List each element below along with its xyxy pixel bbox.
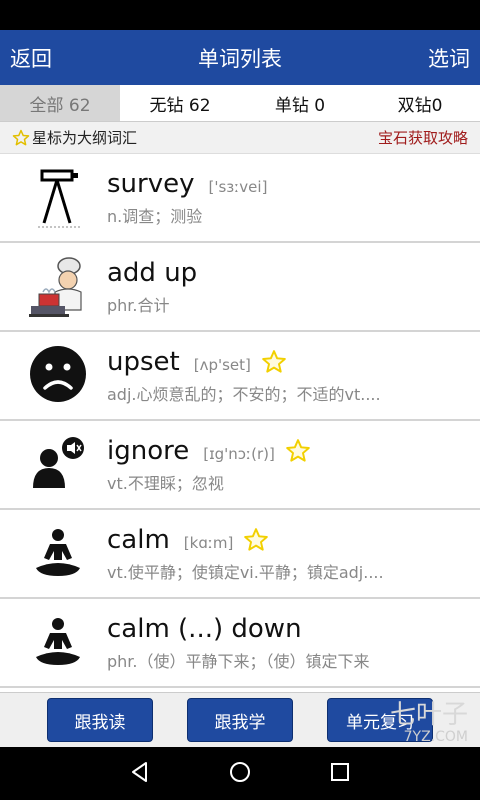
- sad-face-icon: [18, 340, 98, 412]
- meditation-icon: [18, 518, 98, 590]
- word-definition: phr.（使）平静下来；（使）镇定下来: [107, 651, 370, 671]
- word-phonetic: [ɪg'nɔː(r)]: [203, 444, 275, 463]
- learn-along-button[interactable]: 跟我学: [187, 698, 293, 742]
- watermark-logo: 七叶子: [389, 700, 468, 731]
- system-nav-bar: [0, 747, 480, 800]
- chef-cooking-icon: [18, 251, 98, 323]
- star-icon: [12, 129, 30, 147]
- tab-one-diamond[interactable]: 单钻 0: [240, 85, 360, 121]
- watermark-site: 7YZ.COM: [403, 728, 468, 745]
- select-words-button[interactable]: 选词: [428, 43, 470, 73]
- star-legend-text: 星标为大纲词汇: [32, 129, 138, 147]
- bottom-action-bar: 跟我读 跟我学 单元复习 七叶子 7YZ.COM: [0, 692, 480, 747]
- tab-two-diamond[interactable]: 双钻0: [360, 85, 480, 121]
- back-button[interactable]: 返回: [10, 43, 52, 73]
- word-text: add up: [107, 257, 198, 288]
- nav-recents-icon[interactable]: [328, 760, 352, 788]
- header-bar: 返回 单词列表 选词: [0, 30, 480, 85]
- nav-back-icon[interactable]: [128, 760, 152, 788]
- filter-tabs: 全部 62 无钻 62 单钻 0 双钻0: [0, 85, 480, 122]
- word-text: calm (...) down: [107, 613, 302, 644]
- word-definition: adj.心烦意乱的；不安的；不适的vt....: [107, 384, 381, 404]
- notice-bar: 星标为大纲词汇 宝石获取攻略: [0, 122, 480, 154]
- watermark: 七叶子 7YZ.COM: [390, 701, 468, 745]
- status-bar: [0, 0, 480, 30]
- meditation-icon: [18, 607, 98, 679]
- word-row-calm-down[interactable]: calm (...) down phr.（使）平静下来；（使）镇定下来: [0, 599, 480, 688]
- word-text: ignore: [107, 435, 190, 466]
- read-along-button[interactable]: 跟我读: [47, 698, 153, 742]
- gem-guide-link[interactable]: 宝石获取攻略: [378, 127, 468, 148]
- star-legend: 星标为大纲词汇: [12, 127, 137, 148]
- word-row-upset[interactable]: upset [ʌp'set] adj.心烦意乱的；不安的；不适的vt....: [0, 332, 480, 421]
- word-definition: vt.不理睬；忽视: [107, 473, 224, 493]
- survey-tripod-icon: [18, 162, 98, 234]
- word-text: calm: [107, 524, 170, 555]
- word-definition: n.调查；测验: [107, 206, 203, 226]
- star-icon[interactable]: [243, 527, 269, 553]
- tab-no-diamond[interactable]: 无钻 62: [120, 85, 240, 121]
- tab-all[interactable]: 全部 62: [0, 85, 120, 121]
- word-text: survey: [107, 168, 195, 199]
- person-mute-icon: [18, 429, 98, 501]
- word-phonetic: ['sɜːvei]: [208, 177, 268, 196]
- page-title: 单词列表: [198, 46, 282, 71]
- word-list: survey ['sɜːvei] n.调查；测验 add up phr.合计 u…: [0, 154, 480, 692]
- word-text: upset: [107, 346, 180, 377]
- word-phonetic: [kɑːm]: [183, 533, 234, 552]
- word-definition: vt.使平静；使镇定vi.平静；镇定adj....: [107, 562, 384, 582]
- word-row-calm[interactable]: calm [kɑːm] vt.使平静；使镇定vi.平静；镇定adj....: [0, 510, 480, 599]
- word-row-add-up[interactable]: add up phr.合计: [0, 243, 480, 332]
- word-row-ignore[interactable]: ignore [ɪg'nɔː(r)] vt.不理睬；忽视: [0, 421, 480, 510]
- star-icon[interactable]: [285, 438, 311, 464]
- word-definition: phr.合计: [107, 295, 170, 315]
- star-icon[interactable]: [261, 349, 287, 375]
- nav-home-icon[interactable]: [228, 760, 252, 788]
- word-row-survey[interactable]: survey ['sɜːvei] n.调查；测验: [0, 154, 480, 243]
- word-phonetic: [ʌp'set]: [193, 355, 251, 374]
